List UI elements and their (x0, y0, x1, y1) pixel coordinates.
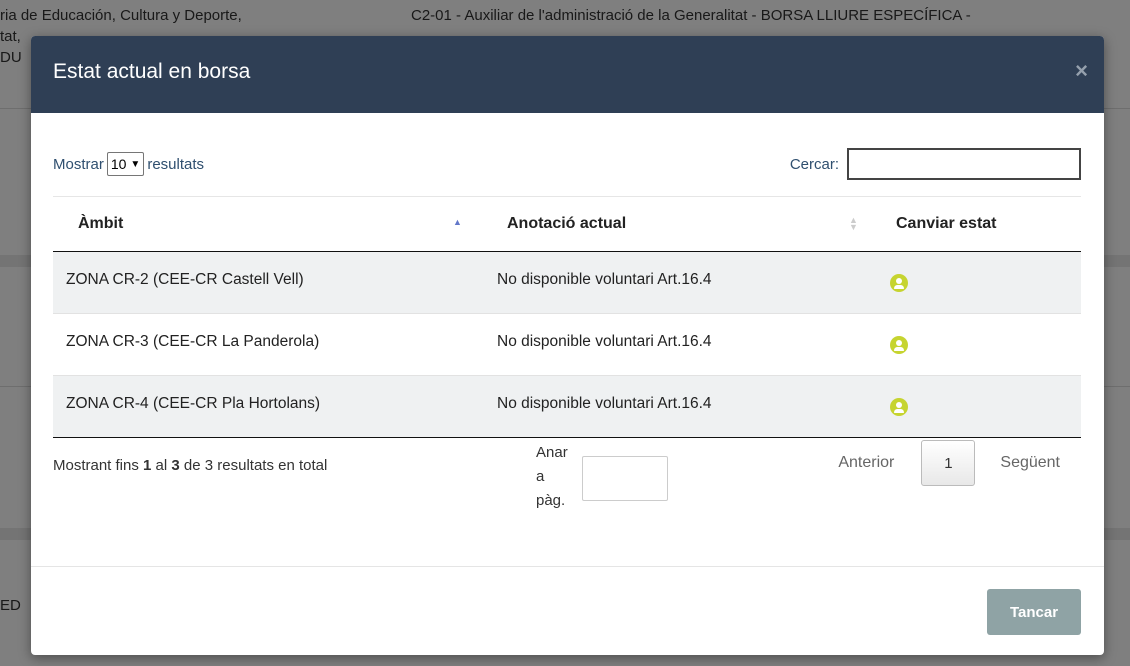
cell-anotacio: No disponible voluntari Art.16.4 (497, 395, 712, 412)
sort-ascending-icon: ▲ (453, 217, 462, 227)
cell-ambit: ZONA CR-2 (CEE-CR Castell Vell) (66, 271, 304, 288)
table-row: ZONA CR-3 (CEE-CR La Panderola) No dispo… (53, 314, 1081, 376)
column-header-anotacio[interactable]: Anotació actual (507, 215, 626, 233)
cell-anotacio: No disponible voluntari Art.16.4 (497, 333, 712, 350)
cell-anotacio: No disponible voluntari Art.16.4 (497, 271, 712, 288)
goto-word: Anar (536, 444, 568, 461)
results-table: Àmbit ▲ Anotació actual ▲ ▼ Canviar estat… (53, 196, 1081, 438)
goto-word: a (536, 468, 545, 485)
user-circle-icon[interactable] (890, 398, 908, 416)
table-info: Mostrant fins 1 al 3 de 3 resultats en t… (53, 457, 327, 474)
next-page-button[interactable]: Següent (1000, 454, 1060, 472)
sort-both-icon: ▲ ▼ (849, 215, 858, 232)
previous-page-button[interactable]: Anterior (838, 454, 894, 472)
info-to: 3 (171, 457, 180, 474)
dialog-header: Estat actual en borsa × (31, 36, 1104, 113)
page-length-control: Mostrar 10 ▼ resultats (53, 152, 204, 176)
cell-ambit: ZONA CR-4 (CEE-CR Pla Hortolans) (66, 395, 321, 412)
column-header-canviar-estat: Canviar estat (896, 215, 997, 232)
page-length-value: 10 (110, 156, 127, 172)
length-label-before: Mostrar (53, 155, 104, 173)
state-dialog: Estat actual en borsa × Mostrar 10 ▼ res… (31, 36, 1104, 655)
dialog-body: Mostrar 10 ▼ resultats Cercar: Àmbit ▲ A… (31, 113, 1104, 565)
goto-word: pàg. (536, 492, 566, 509)
goto-page-input[interactable] (582, 456, 668, 501)
column-header-ambit[interactable]: Àmbit (78, 215, 123, 233)
goto-page-label: Anar a pàg. (536, 441, 568, 513)
info-prefix: Mostrant fins (53, 457, 144, 474)
dialog-title: Estat actual en borsa (53, 60, 251, 83)
table-header: Àmbit ▲ Anotació actual ▲ ▼ Canviar estat (53, 197, 1081, 252)
table-row: ZONA CR-4 (CEE-CR Pla Hortolans) No disp… (53, 376, 1081, 438)
info-mid: al (151, 457, 172, 474)
page-length-select[interactable]: 10 ▼ (106, 152, 145, 176)
dialog-footer: Tancar (31, 566, 1104, 655)
close-icon[interactable]: × (1075, 58, 1088, 84)
info-suffix: de 3 resultats en total (179, 457, 328, 474)
cell-ambit: ZONA CR-3 (CEE-CR La Panderola) (66, 333, 320, 350)
table-row: ZONA CR-2 (CEE-CR Castell Vell) No dispo… (53, 252, 1081, 314)
user-circle-icon[interactable] (890, 274, 908, 292)
search-input[interactable] (847, 148, 1081, 180)
chevron-down-icon: ▼ (130, 158, 141, 170)
page-1-button[interactable]: 1 (921, 440, 976, 486)
search-label: Cercar: (789, 155, 839, 173)
length-label-after: resultats (147, 155, 205, 173)
user-circle-icon[interactable] (890, 336, 908, 354)
search-control: Cercar: (790, 148, 1081, 180)
pagination: Anterior 1 Següent (838, 440, 1060, 486)
close-button[interactable]: Tancar (987, 589, 1081, 635)
